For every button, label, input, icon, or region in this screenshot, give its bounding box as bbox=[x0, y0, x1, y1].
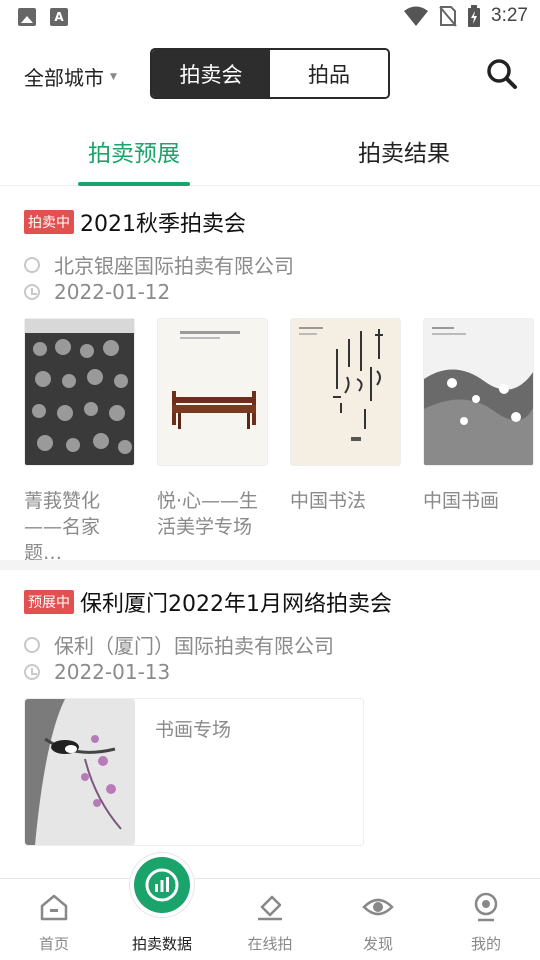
nav-home[interactable]: 首页 bbox=[0, 879, 108, 960]
auction-date: 2022-01-13 bbox=[54, 660, 171, 684]
nav-discover[interactable]: 发现 bbox=[324, 879, 432, 960]
auction-date: 2022-01-12 bbox=[54, 280, 171, 304]
battery-icon bbox=[468, 5, 481, 27]
location-icon bbox=[24, 636, 40, 653]
company-name: 北京银座国际拍卖有限公司 bbox=[54, 254, 294, 278]
auction-tabs: 拍卖预展 拍卖结果 bbox=[0, 118, 540, 186]
lot-name: 菁莪赞化——名家题… bbox=[24, 490, 101, 564]
search-icon[interactable] bbox=[486, 58, 518, 90]
auction-title: 2021秋季拍卖会 bbox=[80, 212, 246, 237]
tab-results[interactable]: 拍卖结果 bbox=[358, 134, 450, 168]
caret-down-icon: ▼ bbox=[110, 71, 117, 82]
lot-cover-image bbox=[25, 699, 135, 845]
status-time: 3:27 bbox=[491, 5, 528, 26]
lot-list: 菁莪赞化——名家题… 悦·心——生活美学专场 中国书法 中国书画 bbox=[24, 318, 534, 566]
a-icon: A bbox=[50, 8, 68, 26]
eye-icon bbox=[362, 898, 394, 916]
date-row: 2022-01-12 bbox=[24, 280, 170, 304]
type-segmented-control: 拍卖会 拍品 bbox=[150, 48, 390, 99]
auction-card[interactable]: 预展中 保利厦门2022年1月网络拍卖会 保利（厦门）国际拍卖有限公司 2022… bbox=[0, 570, 540, 870]
company-name: 保利（厦门）国际拍卖有限公司 bbox=[54, 634, 334, 658]
nav-online-auction[interactable]: 在线拍 bbox=[216, 879, 324, 960]
clock-icon bbox=[24, 284, 40, 300]
date-row: 2022-01-13 bbox=[24, 660, 170, 684]
top-header: 全部城市 ▼ 拍卖会 拍品 bbox=[0, 40, 540, 110]
lot-cover-image bbox=[290, 318, 401, 466]
nav-auction-data-label: 拍卖数据 bbox=[131, 935, 192, 953]
segment-lots[interactable]: 拍品 bbox=[270, 50, 388, 97]
status-badge: 拍卖中 bbox=[24, 210, 74, 234]
bottom-navigation: 首页 拍卖数据 在线拍 发现 我的 bbox=[0, 878, 540, 960]
lot-item[interactable]: 中国书画 bbox=[423, 318, 534, 566]
segment-auction[interactable]: 拍卖会 bbox=[152, 50, 270, 97]
active-tab-indicator bbox=[78, 182, 190, 186]
status-badge: 预展中 bbox=[24, 590, 74, 614]
lot-name: 中国书法 bbox=[290, 490, 367, 512]
home-icon bbox=[40, 894, 68, 921]
nav-home-label: 首页 bbox=[38, 935, 69, 953]
city-selector-label: 全部城市 bbox=[24, 66, 104, 90]
lot-item[interactable]: 悦·心——生活美学专场 bbox=[157, 318, 268, 566]
tab-preview[interactable]: 拍卖预展 bbox=[88, 134, 180, 168]
lot-item[interactable]: 中国书法 bbox=[290, 318, 401, 566]
image-icon bbox=[18, 8, 36, 26]
auction-title: 保利厦门2022年1月网络拍卖会 bbox=[80, 592, 392, 617]
auction-card[interactable]: 拍卖中 2021秋季拍卖会 北京银座国际拍卖有限公司 2022-01-12 菁莪… bbox=[0, 190, 540, 564]
lot-item[interactable]: 菁莪赞化——名家题… bbox=[24, 318, 135, 566]
lot-name: 书画专场 bbox=[155, 719, 232, 741]
company-row: 保利（厦门）国际拍卖有限公司 bbox=[24, 630, 334, 659]
nav-profile[interactable]: 我的 bbox=[432, 879, 540, 960]
gavel-icon bbox=[258, 895, 282, 921]
chart-icon bbox=[145, 868, 179, 902]
nav-online-auction-label: 在线拍 bbox=[247, 935, 293, 953]
lot-name: 悦·心——生活美学专场 bbox=[157, 490, 259, 538]
nav-profile-label: 我的 bbox=[470, 935, 501, 953]
location-icon bbox=[24, 256, 40, 273]
wifi-icon bbox=[404, 6, 429, 26]
company-row: 北京银座国际拍卖有限公司 bbox=[24, 250, 294, 279]
auction-data-fab[interactable] bbox=[134, 857, 190, 913]
card-divider bbox=[0, 560, 540, 570]
lot-cover-image bbox=[24, 318, 135, 466]
lot-name: 中国书画 bbox=[423, 490, 500, 512]
lot-cover-image bbox=[157, 318, 268, 466]
status-bar: A 3:27 bbox=[0, 0, 540, 36]
lot-cover-image bbox=[423, 318, 534, 466]
no-sim-icon bbox=[439, 6, 457, 27]
nav-discover-label: 发现 bbox=[362, 935, 393, 953]
lot-item[interactable]: 书画专场 bbox=[24, 698, 364, 846]
profile-icon bbox=[474, 892, 498, 922]
clock-icon bbox=[24, 664, 40, 680]
city-selector[interactable]: 全部城市 ▼ bbox=[24, 62, 117, 91]
